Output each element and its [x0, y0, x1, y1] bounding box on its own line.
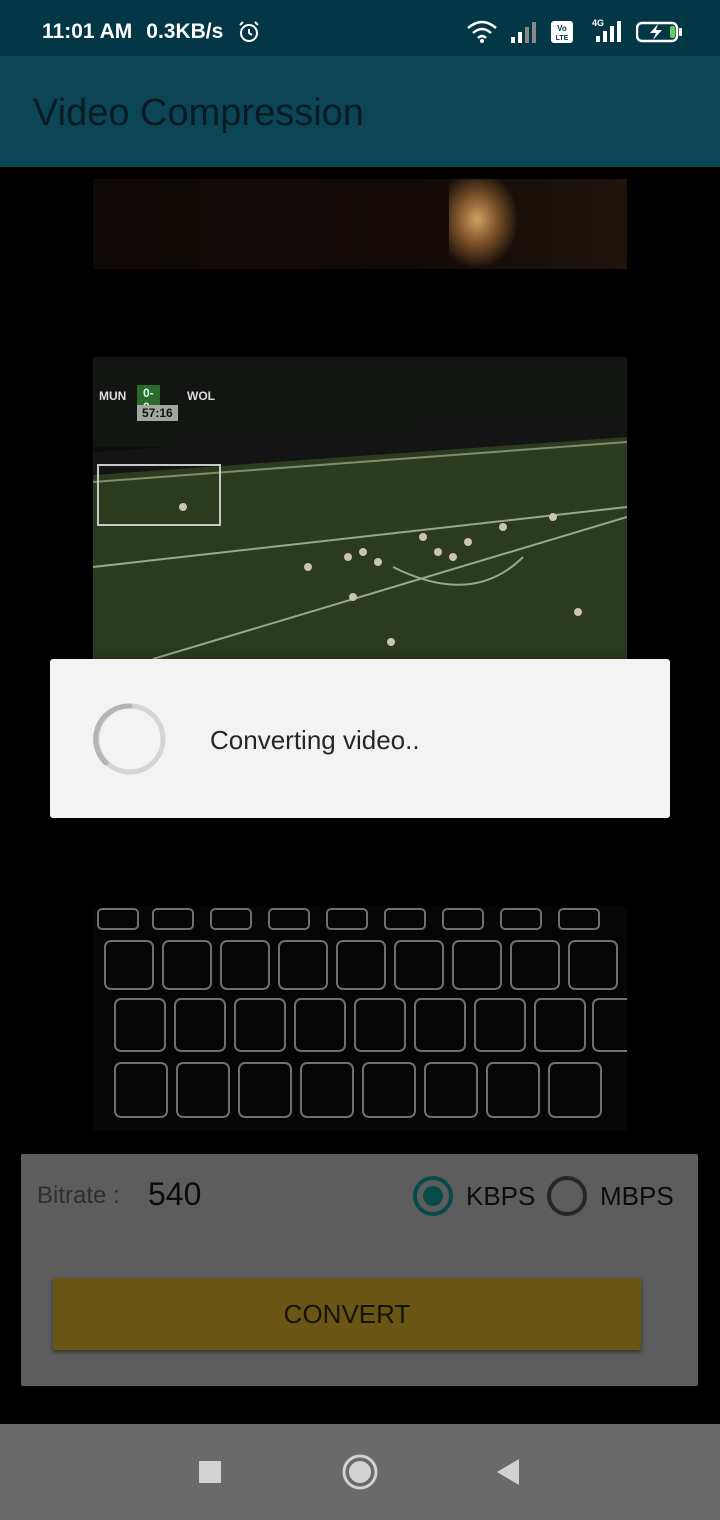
video-frame-keyboard	[93, 907, 627, 1131]
radio-kbps-selected-icon[interactable]	[413, 1176, 453, 1216]
dialog-message: Converting video..	[210, 725, 420, 755]
loading-spinner-icon	[93, 703, 166, 775]
volte-icon: Vo LTE	[551, 21, 573, 43]
flame-image	[449, 179, 519, 269]
status-left: 11:01 AM 0.3KB/s	[42, 20, 261, 44]
progress-dialog: Converting video..	[50, 659, 670, 818]
network-4g-label: 4G	[586, 18, 624, 44]
home-circle-icon[interactable]	[341, 1453, 379, 1491]
convert-button[interactable]: CONVERT	[53, 1278, 641, 1350]
alarm-icon	[239, 21, 260, 42]
status-time: 11:01 AM	[42, 20, 133, 43]
status-bar: 11:01 AM 0.3KB/s Vo LTE 4G	[0, 0, 720, 56]
svg-text:LTE: LTE	[556, 35, 569, 42]
app-bar: Video Compression	[0, 56, 720, 167]
system-nav-bar	[0, 1424, 720, 1520]
keyboard-image	[97, 908, 627, 1118]
4g-signal-icon	[596, 21, 621, 42]
back-triangle-icon[interactable]	[495, 1458, 521, 1486]
app-title: Video Compression	[33, 92, 364, 134]
signal-icon	[511, 22, 536, 43]
bitrate-label: Bitrate :	[37, 1182, 120, 1209]
recents-button[interactable]	[170, 1424, 250, 1520]
back-button[interactable]	[468, 1424, 548, 1520]
away-team: WOL	[187, 389, 215, 403]
match-time: 57:16	[137, 405, 178, 421]
video-frame-soccer: MUN 0-0 57:16 WOL	[93, 357, 627, 659]
battery-charging-icon	[636, 21, 682, 43]
home-team: MUN	[99, 389, 127, 403]
soccer-pitch-image	[93, 357, 627, 659]
radio-kbps[interactable]: KBPS	[413, 1176, 535, 1216]
recents-square-icon[interactable]	[198, 1460, 222, 1484]
status-network-speed: 0.3KB/s	[146, 20, 224, 43]
compression-settings-panel: Bitrate : 540 KBPS MBPS CONVERT	[21, 1154, 698, 1386]
bitrate-input[interactable]: 540	[148, 1176, 201, 1213]
radio-mbps-unselected-icon[interactable]	[547, 1176, 587, 1216]
home-button[interactable]	[320, 1424, 400, 1520]
radio-kbps-label: KBPS	[466, 1180, 536, 1211]
radio-mbps[interactable]: MBPS	[547, 1176, 674, 1216]
video-frame-fire	[93, 179, 627, 269]
svg-text:Vo: Vo	[557, 24, 567, 33]
radio-mbps-label: MBPS	[600, 1180, 674, 1211]
wifi-icon	[467, 20, 497, 43]
status-right: Vo LTE 4G	[466, 18, 684, 44]
